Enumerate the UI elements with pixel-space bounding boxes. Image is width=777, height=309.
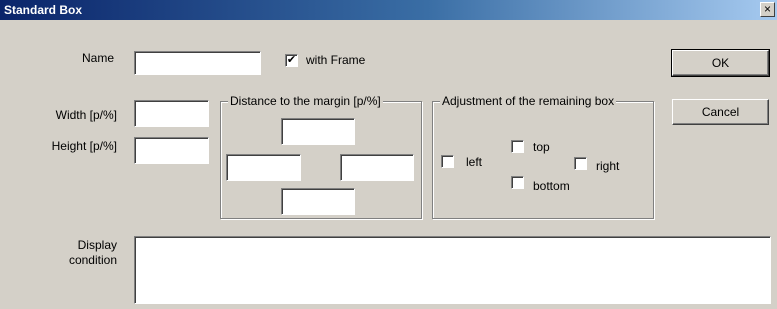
display-condition-label-line2: condition <box>68 253 117 267</box>
margin-group-legend: Distance to the margin [p/%] <box>228 94 383 108</box>
width-input[interactable] <box>134 100 209 127</box>
display-condition-textarea[interactable] <box>134 236 771 304</box>
margin-right-input[interactable] <box>340 154 414 181</box>
window-title: Standard Box <box>4 3 83 17</box>
close-button[interactable]: × <box>760 2 775 17</box>
close-icon: × <box>763 2 771 16</box>
adjust-bottom-checkbox[interactable] <box>511 176 524 189</box>
adjust-top-label: top <box>533 140 550 154</box>
with-frame-label: with Frame <box>306 53 366 67</box>
adjustment-group-legend: Adjustment of the remaining box <box>440 94 617 108</box>
height-label: Height [p/%] <box>51 139 117 153</box>
dialog-window: Standard Box × Name ✔ with Frame Width [… <box>0 0 777 309</box>
cancel-button[interactable]: Cancel <box>672 99 769 125</box>
adjust-left-label: left <box>466 155 483 169</box>
ok-button[interactable]: OK <box>671 49 770 77</box>
title-bar[interactable]: Standard Box × <box>0 0 777 20</box>
adjust-right-label: right <box>596 159 620 173</box>
display-condition-label-line1: Display <box>77 238 117 252</box>
with-frame-checkbox[interactable]: ✔ <box>285 54 298 67</box>
adjust-right-checkbox[interactable] <box>574 157 587 170</box>
margin-bottom-input[interactable] <box>281 188 355 215</box>
margin-top-input[interactable] <box>281 118 355 145</box>
checkmark-icon: ✔ <box>286 54 297 66</box>
width-label: Width [p/%] <box>55 108 117 122</box>
adjust-left-checkbox[interactable] <box>441 155 454 168</box>
adjust-top-checkbox[interactable] <box>511 140 524 153</box>
adjust-bottom-label: bottom <box>533 179 570 193</box>
name-input[interactable] <box>134 51 261 75</box>
name-label: Name <box>81 51 114 65</box>
height-input[interactable] <box>134 137 209 164</box>
margin-left-input[interactable] <box>226 154 301 181</box>
